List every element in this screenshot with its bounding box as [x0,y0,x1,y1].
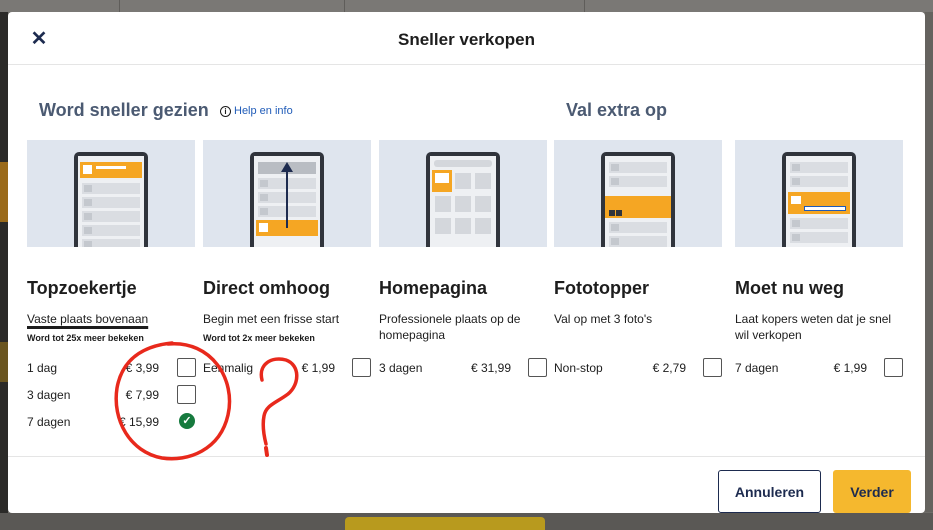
footer-divider [8,456,925,457]
modal-title: Sneller verkopen [397,30,535,49]
option-duration: 3 dagen [27,388,71,402]
card-moet-nu-weg: Moet nu weg Laat kopers weten dat je sne… [735,140,903,377]
card-description: Vaste plaats bovenaan [27,312,149,326]
illustration-photo-topper [554,140,722,247]
card-description: Val op met 3 foto's [554,312,653,326]
option-checkbox[interactable] [177,358,196,377]
background-segment [0,0,120,12]
section-title-seen: Word sneller gezien [39,100,209,120]
option-row: 3 dagen € 31,99 [379,358,547,378]
info-icon: i [220,105,231,117]
option-price: € 1,99 [833,361,867,375]
option-duration: 7 dagen [735,361,779,375]
background-page-left [0,12,8,530]
option-row: 3 dagen € 7,99 [27,385,196,405]
card-subtext: Word tot 25x meer bekeken [27,333,144,343]
card-title: Direct omhoog [203,278,331,298]
help-link-label: Help en info [234,105,293,117]
card-title: Moet nu weg [735,278,844,298]
option-price: € 2,79 [652,361,686,375]
background-segment [345,0,585,12]
option-price: € 15,99 [118,415,159,429]
sell-faster-modal: ✕ Sneller verkopen Word sneller gezien i… [8,12,925,513]
option-duration: Non-stop [554,361,603,375]
card-description: Begin met een frisse start [203,312,340,326]
section-title-stand-out: Val extra op [566,100,668,120]
background-cta-button [345,517,545,530]
card-description: Professionele plaats op de homepagina [379,312,521,342]
cancel-button[interactable]: Annuleren [718,470,821,513]
background-page-topbar [0,0,933,12]
option-row: 7 dagen € 1,99 [735,358,903,378]
card-topzoekertje: Topzoekertje Vaste plaats bovenaan Word … [27,140,196,429]
illustration-top-listing [27,140,195,247]
illustration-urgent-sale [735,140,903,247]
illustration-bump-up [203,140,371,247]
card-fototopper: Fototopper Val op met 3 foto's Non-stop … [554,140,722,377]
background-page-right [925,12,933,512]
card-title: Homepagina [379,278,488,298]
checkmark-icon[interactable]: ✓ [179,413,195,429]
card-description: Laat kopers weten dat je snel wil verkop… [735,312,892,342]
option-row: 1 dag € 3,99 [27,358,196,378]
option-checkbox[interactable] [177,385,196,404]
option-duration: Eenmalig [203,361,254,375]
background-segment [120,0,345,12]
option-price: € 1,99 [301,361,335,375]
option-duration: 3 dagen [379,361,423,375]
option-duration: 7 dagen [27,415,71,429]
option-price: € 3,99 [125,361,159,375]
help-link[interactable]: i Help en info [220,105,293,117]
option-row: Non-stop € 2,79 [554,358,722,378]
option-checkbox[interactable] [703,358,722,377]
header-divider [8,64,925,65]
card-direct-omhoog: Direct omhoog Begin met een frisse start… [203,140,371,377]
option-row: Eenmalig € 1,99 [203,358,371,378]
option-row: 7 dagen € 15,99 ✓ [27,412,195,432]
option-price: € 7,99 [125,388,159,402]
option-checkbox[interactable] [884,358,903,377]
next-button[interactable]: Verder [833,470,911,513]
option-checkbox[interactable] [528,358,547,377]
option-price: € 31,99 [470,361,511,375]
card-title: Fototopper [554,278,649,298]
illustration-homepage [379,140,547,247]
option-duration: 1 dag [27,361,58,375]
card-title: Topzoekertje [27,278,137,298]
card-subtext: Word tot 2x meer bekeken [203,333,315,343]
card-homepagina: Homepagina Professionele plaats op de ho… [379,140,547,377]
option-checkbox[interactable] [352,358,371,377]
